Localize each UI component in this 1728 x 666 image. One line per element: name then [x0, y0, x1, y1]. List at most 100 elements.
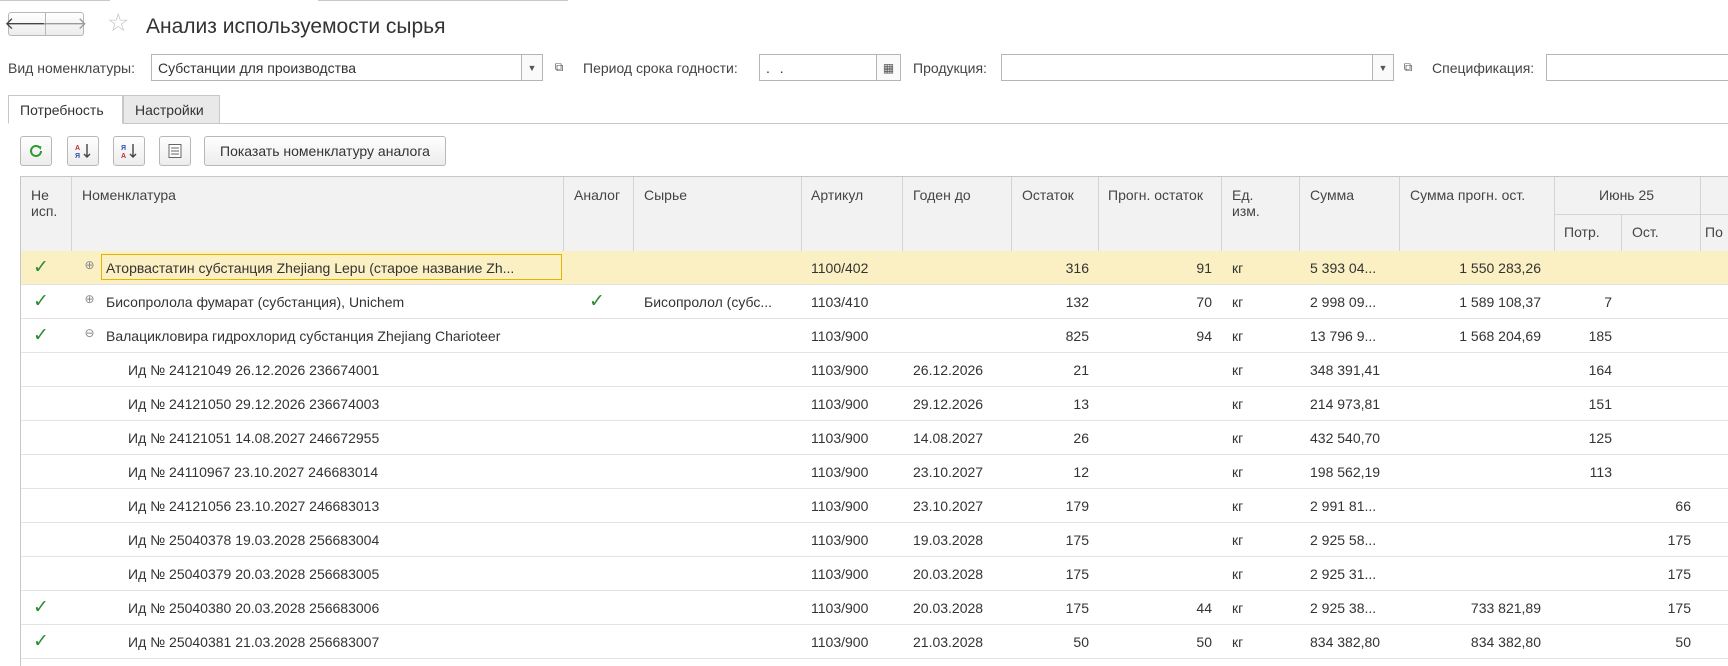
cell-article: 1103/900 — [811, 362, 869, 378]
sort-desc-button[interactable]: Я А — [113, 136, 145, 166]
table-row[interactable]: ✓ Ид № 25040381 21.03.2028 256683007 1103/… — [21, 625, 1728, 659]
table-row[interactable]: Ид № 24121049 26.12.2026 236674001 1103/9… — [21, 353, 1728, 387]
tab-strip-segment — [0, 0, 110, 1]
table-row[interactable]: ✓ Ид № 25040380 20.03.2028 256683006 1103/… — [21, 591, 1728, 625]
sort-asc-icon: А Я — [75, 144, 91, 160]
expand-icon[interactable]: ⊕ — [84, 259, 95, 271]
vid-label: Вид номенклатуры: — [8, 60, 135, 76]
cell-unit: кг — [1232, 396, 1244, 412]
cell-unit: кг — [1232, 362, 1244, 378]
table-row[interactable]: Ид № 25040378 19.03.2028 256683004 1103/9… — [21, 523, 1728, 557]
col-raw[interactable]: Сырье — [644, 187, 687, 203]
column-divider — [1098, 177, 1099, 251]
cell-balance: 50 — [1073, 634, 1089, 650]
tab-settings[interactable]: Настройки — [123, 95, 220, 124]
cell-balance: 179 — [1065, 498, 1089, 514]
cell-sum: 198 562,19 — [1310, 464, 1381, 480]
table-row[interactable]: Ид № 24121051 14.08.2027 246672955 1103/9… — [21, 421, 1728, 455]
col-ne-isp[interactable]: Не исп. — [31, 187, 73, 219]
cell-nomenclature: Ид № 24121056 23.10.2027 246683013 — [128, 498, 380, 514]
cell-valid-to: 21.03.2028 — [913, 634, 984, 650]
table-row[interactable]: Ид № 24121056 23.10.2027 246683013 1103/9… — [21, 489, 1728, 523]
calendar-button[interactable]: ▦ — [876, 54, 901, 81]
cell-month-need: 151 — [1588, 396, 1612, 412]
cell-sum: 2 991 81... — [1310, 498, 1377, 514]
list-button[interactable] — [159, 136, 191, 166]
vid-dropdown-button[interactable]: ▼ — [521, 54, 543, 81]
cell-balance: 26 — [1073, 430, 1089, 446]
cell-nomenclature: Аторвастатин субстанция Zhejiang Lepu (с… — [106, 260, 515, 276]
table-row[interactable]: ✓ ⊕ Бисопролола фумарат (субстанция), Unic… — [21, 285, 1728, 319]
star-icon[interactable]: ☆ — [107, 11, 129, 36]
col-nomenclature[interactable]: Номенклатура — [82, 187, 176, 203]
table-row[interactable]: ✓ ⊖ Валацикловира гидрохлорид субстанция Z… — [21, 319, 1728, 353]
cell-month-rest: 175 — [1667, 532, 1691, 548]
col-sum[interactable]: Сумма — [1310, 187, 1354, 203]
column-divider — [1700, 177, 1701, 251]
table-row[interactable]: Ид № 24110967 23.10.2027 246683014 1103/9… — [21, 455, 1728, 489]
cell-forecast-sum: 834 382,80 — [1470, 634, 1541, 650]
cell-unit: кг — [1232, 260, 1244, 276]
cell-sum: 2 925 31... — [1310, 566, 1377, 582]
col-forecast-balance[interactable]: Прогн. остаток — [1108, 187, 1203, 203]
check-icon[interactable]: ✓ — [33, 324, 49, 347]
expand-icon[interactable]: ⊕ — [84, 293, 95, 305]
vid-open-button[interactable]: ⧉ — [550, 57, 568, 77]
show-analog-button[interactable]: Показать номенклатуру аналога — [204, 136, 446, 166]
back-button[interactable]: 🡐 — [4, 12, 50, 36]
sort-desc-icon: Я А — [121, 144, 137, 160]
col-valid-to[interactable]: Годен до — [913, 187, 971, 203]
calendar-icon: ▦ — [882, 60, 895, 75]
product-open-button[interactable]: ⧉ — [1399, 57, 1417, 77]
col-month-need[interactable]: Потр. — [1564, 224, 1600, 240]
month-group-divider — [1554, 214, 1728, 215]
column-divider — [1399, 177, 1400, 251]
refresh-button[interactable] — [20, 136, 52, 166]
spec-field[interactable] — [1546, 54, 1728, 81]
col-month-group[interactable]: Июнь 25 — [1599, 187, 1654, 203]
cell-valid-to: 23.10.2027 — [913, 498, 984, 514]
check-icon[interactable]: ✓ — [33, 256, 49, 279]
col-month-rest[interactable]: Ост. — [1632, 224, 1659, 240]
cell-forecast-sum: 1 568 204,69 — [1459, 328, 1541, 344]
cell-sum: 2 925 38... — [1310, 600, 1377, 616]
col-balance[interactable]: Остаток — [1022, 187, 1074, 203]
sort-asc-button[interactable]: А Я — [67, 136, 99, 166]
cell-article: 1100/402 — [811, 260, 869, 276]
tab-need[interactable]: Потребность — [8, 95, 123, 124]
cell-article: 1103/900 — [811, 396, 869, 412]
list-icon — [168, 144, 182, 158]
cell-article: 1103/900 — [811, 634, 869, 650]
svg-text:Я: Я — [121, 145, 126, 152]
table-row[interactable]: Ид № 25040379 20.03.2028 256683005 1103/9… — [21, 557, 1728, 591]
col-next-need[interactable]: По — [1705, 224, 1723, 240]
check-icon[interactable]: ✓ — [33, 290, 49, 313]
col-analog[interactable]: Аналог — [574, 187, 620, 203]
cell-article: 1103/900 — [811, 328, 869, 344]
cell-month-need: 164 — [1588, 362, 1612, 378]
product-dropdown-button[interactable]: ▼ — [1372, 54, 1394, 81]
col-forecast-sum[interactable]: Сумма прогн. ост. — [1410, 187, 1525, 203]
product-field[interactable] — [1001, 54, 1373, 81]
check-icon[interactable]: ✓ — [33, 630, 49, 653]
cell-unit: кг — [1232, 532, 1244, 548]
cell-month-rest: 175 — [1667, 600, 1691, 616]
cell-valid-to: 29.12.2026 — [913, 396, 984, 412]
col-unit[interactable]: Ед. изм. — [1232, 187, 1272, 219]
check-icon[interactable]: ✓ — [33, 596, 49, 619]
period-field[interactable]: . . — [759, 54, 877, 81]
cell-nomenclature: Ид № 25040378 19.03.2028 256683004 — [128, 532, 380, 548]
cell-sum: 834 382,80 — [1310, 634, 1381, 650]
column-divider — [1621, 214, 1622, 251]
forward-button[interactable]: 🡒 — [42, 12, 87, 36]
vid-field[interactable]: Субстанции для производства — [151, 54, 522, 81]
col-article[interactable]: Артикул — [811, 187, 863, 203]
table-row[interactable]: ✓ ⊕ Аторвастатин субстанция Zhejiang Lepu … — [21, 251, 1728, 285]
collapse-icon[interactable]: ⊖ — [84, 327, 95, 339]
cell-unit: кг — [1232, 294, 1244, 310]
cell-month-need: 7 — [1604, 294, 1612, 310]
cell-forecast-balance: 70 — [1196, 294, 1212, 310]
cell-sum: 13 796 9... — [1310, 328, 1377, 344]
tab-baseline — [8, 123, 1728, 124]
table-row[interactable]: Ид № 24121050 29.12.2026 236674003 1103/9… — [21, 387, 1728, 421]
